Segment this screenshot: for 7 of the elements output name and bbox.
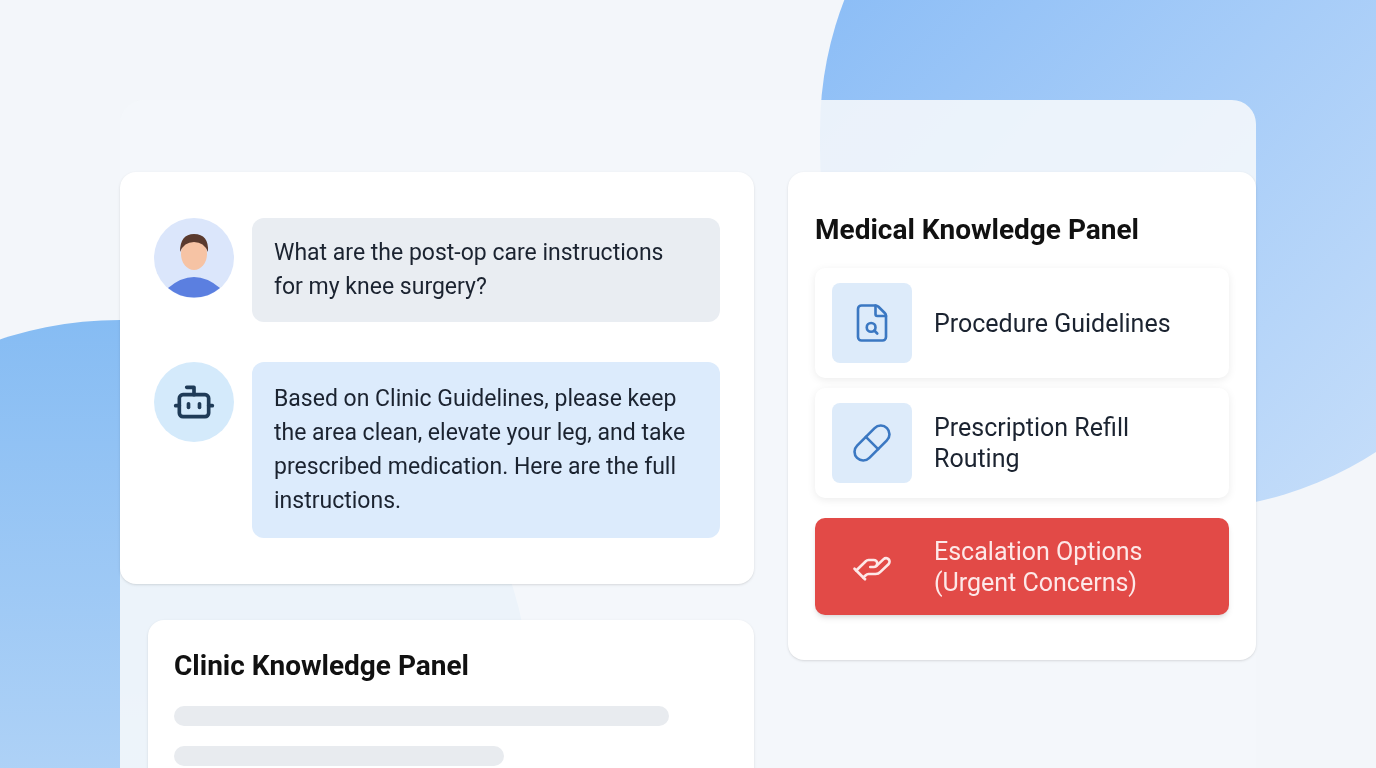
panel-title: Clinic Knowledge Panel bbox=[174, 648, 471, 684]
user-avatar-icon bbox=[154, 218, 234, 298]
bot-message: Based on Clinic Guidelines, please keep the area clean, elevate your leg, and take prescribed medication. Here are the full instructions. bbox=[252, 362, 720, 538]
user-message: What are the post-op care instructions for my knee surgery? bbox=[252, 218, 720, 322]
option-button[interactable]: Procedure Guidelines bbox=[815, 268, 1229, 378]
panel-title: Medical Knowledge Panel bbox=[815, 212, 1140, 248]
option-button[interactable]: Prescription Refill Routing bbox=[815, 388, 1229, 498]
